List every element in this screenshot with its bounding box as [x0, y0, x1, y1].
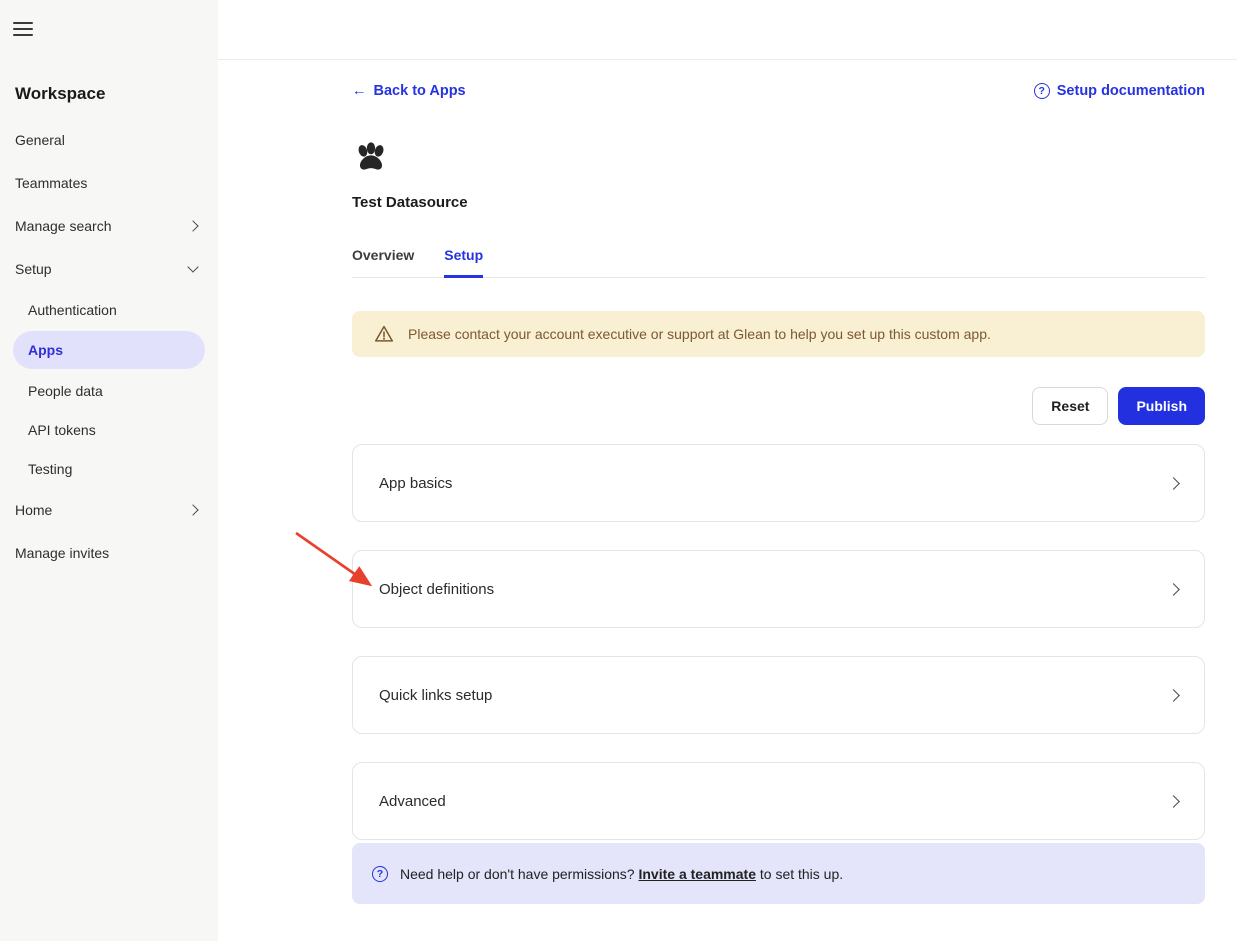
- setup-documentation-link[interactable]: ? Setup documentation: [1034, 83, 1205, 99]
- chevron-right-icon: [1167, 689, 1180, 702]
- back-arrow-icon: ←: [352, 83, 367, 99]
- sidebar-item-manage-invites[interactable]: Manage invites: [13, 531, 205, 574]
- chevron-right-icon: [187, 504, 198, 515]
- help-banner: ? Need help or don't have permissions? I…: [352, 843, 1205, 904]
- question-circle-icon: ?: [372, 866, 388, 882]
- chevron-right-icon: [1167, 583, 1180, 596]
- workspace-sidebar: Workspace General Teammates Manage searc…: [0, 0, 218, 941]
- sidebar-item-teammates[interactable]: Teammates: [13, 161, 205, 204]
- reset-button[interactable]: Reset: [1032, 387, 1108, 425]
- sidebar-item-people-data[interactable]: People data: [13, 371, 205, 410]
- accordion-list: App basics Object definitions Quick link…: [352, 444, 1205, 840]
- action-buttons: Reset Publish: [352, 387, 1205, 425]
- tab-bar: Overview Setup: [352, 247, 1205, 278]
- back-to-apps-link[interactable]: ← Back to Apps: [352, 83, 466, 99]
- sidebar-item-testing[interactable]: Testing: [13, 449, 205, 488]
- warning-triangle-icon: [373, 323, 395, 345]
- chevron-right-icon: [187, 220, 198, 231]
- accordion-quick-links-setup[interactable]: Quick links setup: [352, 656, 1205, 734]
- help-circle-icon: ?: [1034, 83, 1050, 99]
- tab-overview[interactable]: Overview: [352, 247, 414, 277]
- help-text: Need help or don't have permissions? Inv…: [400, 866, 843, 882]
- chevron-right-icon: [1167, 795, 1180, 808]
- chevron-right-icon: [1167, 477, 1180, 490]
- sidebar-nav: General Teammates Manage search Setup Au…: [13, 118, 205, 574]
- invite-teammate-link[interactable]: Invite a teammate: [638, 866, 756, 882]
- hamburger-menu-icon[interactable]: [13, 22, 33, 36]
- sidebar-item-home[interactable]: Home: [13, 488, 205, 531]
- sidebar-title: Workspace: [13, 84, 205, 104]
- warning-text: Please contact your account executive or…: [408, 326, 991, 342]
- paw-icon: [352, 139, 390, 177]
- sidebar-item-apps[interactable]: Apps: [13, 331, 205, 369]
- main-area: ← Back to Apps ? Setup documentation Tes…: [218, 0, 1237, 941]
- publish-button[interactable]: Publish: [1118, 387, 1205, 425]
- sidebar-item-api-tokens[interactable]: API tokens: [13, 410, 205, 449]
- top-divider: [218, 0, 1237, 60]
- content-column: ← Back to Apps ? Setup documentation Tes…: [352, 60, 1205, 904]
- accordion-app-basics[interactable]: App basics: [352, 444, 1205, 522]
- chevron-down-icon: [187, 261, 198, 272]
- accordion-object-definitions[interactable]: Object definitions: [352, 550, 1205, 628]
- app-header: Test Datasource: [352, 139, 1205, 211]
- breadcrumb-row: ← Back to Apps ? Setup documentation: [352, 83, 1205, 99]
- sidebar-item-authentication[interactable]: Authentication: [13, 290, 205, 329]
- warning-banner: Please contact your account executive or…: [352, 311, 1205, 357]
- sidebar-item-manage-search[interactable]: Manage search: [13, 204, 205, 247]
- page-title: Test Datasource: [352, 194, 1205, 211]
- tab-setup[interactable]: Setup: [444, 247, 483, 278]
- accordion-advanced[interactable]: Advanced: [352, 762, 1205, 840]
- sidebar-item-general[interactable]: General: [13, 118, 205, 161]
- sidebar-item-setup[interactable]: Setup: [13, 247, 205, 290]
